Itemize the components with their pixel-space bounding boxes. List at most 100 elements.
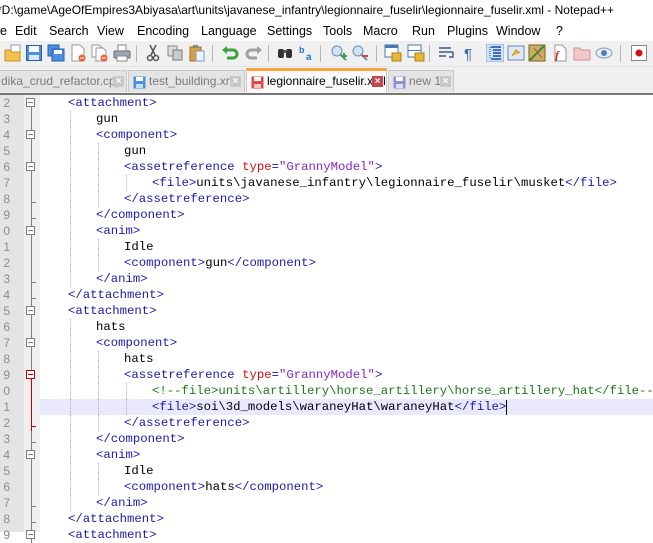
open-file-icon[interactable] xyxy=(4,44,22,62)
find-icon[interactable] xyxy=(276,44,294,62)
code-line[interactable]: <anim> xyxy=(96,447,140,463)
indent-guide xyxy=(70,111,71,127)
code-line[interactable]: </attachment> xyxy=(68,511,164,527)
menu-tools[interactable]: Tools xyxy=(323,21,352,41)
tab-legionnaire-fuselir-xml[interactable]: legionnaire_fuselir.xml × xyxy=(246,68,387,93)
replace-icon[interactable]: ba xyxy=(298,44,316,63)
zoom-in-icon[interactable] xyxy=(330,44,348,62)
menu-settings[interactable]: Settings xyxy=(267,21,312,41)
fold-line xyxy=(31,495,32,511)
fold-toggle-icon[interactable] xyxy=(26,306,35,315)
code-line[interactable]: <attachment> xyxy=(68,95,157,111)
fold-end-marker xyxy=(31,522,36,523)
indent-guide xyxy=(70,399,71,415)
fold-toggle-icon[interactable] xyxy=(26,130,35,139)
indent-guide-icon[interactable] xyxy=(485,43,505,63)
menu-file[interactable]: e xyxy=(0,21,7,41)
fold-toggle-icon[interactable] xyxy=(26,338,35,347)
menu-macro[interactable]: Macro xyxy=(363,21,398,41)
udl-icon[interactable] xyxy=(507,44,525,62)
code-line[interactable]: <component> xyxy=(96,335,177,351)
paste-icon[interactable] xyxy=(188,44,206,62)
document-map-icon[interactable] xyxy=(528,44,546,62)
sync-horizontal-icon[interactable] xyxy=(407,44,425,62)
tab-new-1[interactable]: new 1 × xyxy=(388,70,454,92)
close-all-icon[interactable] xyxy=(91,44,109,62)
code-line[interactable]: </component> xyxy=(96,207,185,223)
code-line[interactable]: <!--file>units\artillery\horse_artillery… xyxy=(152,383,653,399)
redo-icon[interactable] xyxy=(245,44,263,62)
menu-window[interactable]: Window xyxy=(496,21,540,41)
code-line[interactable]: hats xyxy=(124,351,154,367)
tab-dika-crud-refactor-cpp[interactable]: dika_crud_refactor.cpp × xyxy=(0,70,127,92)
menu-edit[interactable]: Edit xyxy=(15,21,37,41)
svg-text:a: a xyxy=(306,52,312,62)
code-line[interactable]: Idle xyxy=(124,463,154,479)
word-wrap-icon[interactable] xyxy=(438,44,456,62)
code-line[interactable]: <attachment> xyxy=(68,527,157,543)
code-line[interactable]: </assetreference> xyxy=(124,191,249,207)
code-line[interactable]: <file>soi\3d_models\waraneyHat\waraneyHa… xyxy=(152,399,506,415)
menu-view[interactable]: View xyxy=(97,21,124,41)
close-tab-icon[interactable]: × xyxy=(113,76,124,87)
code-token-tag: <file> xyxy=(152,176,197,190)
fold-toggle-icon[interactable] xyxy=(26,226,35,235)
indent-guide xyxy=(98,255,99,271)
record-macro-icon[interactable] xyxy=(630,44,648,62)
zoom-out-icon[interactable] xyxy=(351,44,369,62)
menu-search[interactable]: Search xyxy=(49,21,89,41)
fold-toggle-icon[interactable] xyxy=(26,98,35,107)
code-token-tag: <attachment> xyxy=(68,304,157,318)
code-line[interactable]: </assetreference> xyxy=(124,415,249,431)
close-tab-icon[interactable]: × xyxy=(440,76,451,87)
menu-run[interactable]: Run xyxy=(412,21,435,41)
show-all-chars-icon[interactable]: ¶ xyxy=(460,44,478,63)
code-line[interactable]: hats xyxy=(96,319,126,335)
editor[interactable]: 2 <attachment> 3 gun 4 <component> 5 gun 6 <asset… xyxy=(0,95,653,543)
save-icon[interactable] xyxy=(25,44,43,62)
print-icon[interactable] xyxy=(113,44,131,62)
menu-language[interactable]: Language xyxy=(201,21,257,41)
sync-vertical-icon[interactable] xyxy=(384,44,402,62)
code-token-tag: <component> xyxy=(124,480,206,494)
close-tab-icon[interactable]: × xyxy=(230,76,241,87)
code-line[interactable]: <anim> xyxy=(96,223,140,239)
close-icon[interactable] xyxy=(69,44,87,62)
function-list-icon[interactable]: f xyxy=(551,44,569,62)
copy-icon[interactable] xyxy=(166,44,184,62)
menu-help[interactable]: ? xyxy=(556,21,563,41)
code-token-txt: units\javanese_infantry\legionnaire_fuse… xyxy=(196,176,566,190)
indent-guide xyxy=(70,223,71,239)
fold-toggle-icon[interactable] xyxy=(26,530,35,539)
code-line[interactable]: Idle xyxy=(124,239,154,255)
undo-icon[interactable] xyxy=(221,44,239,62)
code-line[interactable]: <attachment> xyxy=(68,303,157,319)
code-line[interactable]: <component>hats</component> xyxy=(124,479,323,495)
cut-icon[interactable] xyxy=(144,44,162,62)
code-line[interactable]: </component> xyxy=(96,431,185,447)
folder-workspace-icon[interactable] xyxy=(573,44,591,62)
code-line[interactable]: <assetreference type="GrannyModel"> xyxy=(124,367,382,383)
code-line[interactable]: <assetreference type="GrannyModel"> xyxy=(124,159,382,175)
code-line[interactable]: </attachment> xyxy=(68,287,164,303)
indent-guide xyxy=(70,479,71,495)
code-line[interactable]: </anim> xyxy=(96,271,148,287)
indent-guide xyxy=(126,175,127,191)
save-all-icon[interactable] xyxy=(47,44,65,62)
code-line[interactable]: gun xyxy=(124,143,146,159)
menu-plugins[interactable]: Plugins xyxy=(447,21,488,41)
code-line[interactable]: <component> xyxy=(96,127,177,143)
code-line[interactable]: <component>gun</component> xyxy=(124,255,316,271)
fold-toggle-icon[interactable] xyxy=(26,162,35,171)
code-token-tag: <anim> xyxy=(96,224,141,238)
code-line[interactable]: gun xyxy=(96,111,118,127)
fold-toggle-icon[interactable] xyxy=(26,450,35,459)
close-tab-icon[interactable]: × xyxy=(372,76,383,87)
code-line[interactable]: <file>units\javanese_infantry\legionnair… xyxy=(152,175,617,191)
menu-encoding[interactable]: Encoding xyxy=(137,21,189,41)
monitoring-icon[interactable] xyxy=(595,44,613,62)
code-line[interactable]: </anim> xyxy=(96,495,148,511)
fold-toggle-icon[interactable] xyxy=(26,370,35,379)
tab-test-building-xml[interactable]: test_building.xml × xyxy=(128,70,245,92)
menu-bar: e Edit Search View Encoding Language Settings T… xyxy=(0,21,653,41)
